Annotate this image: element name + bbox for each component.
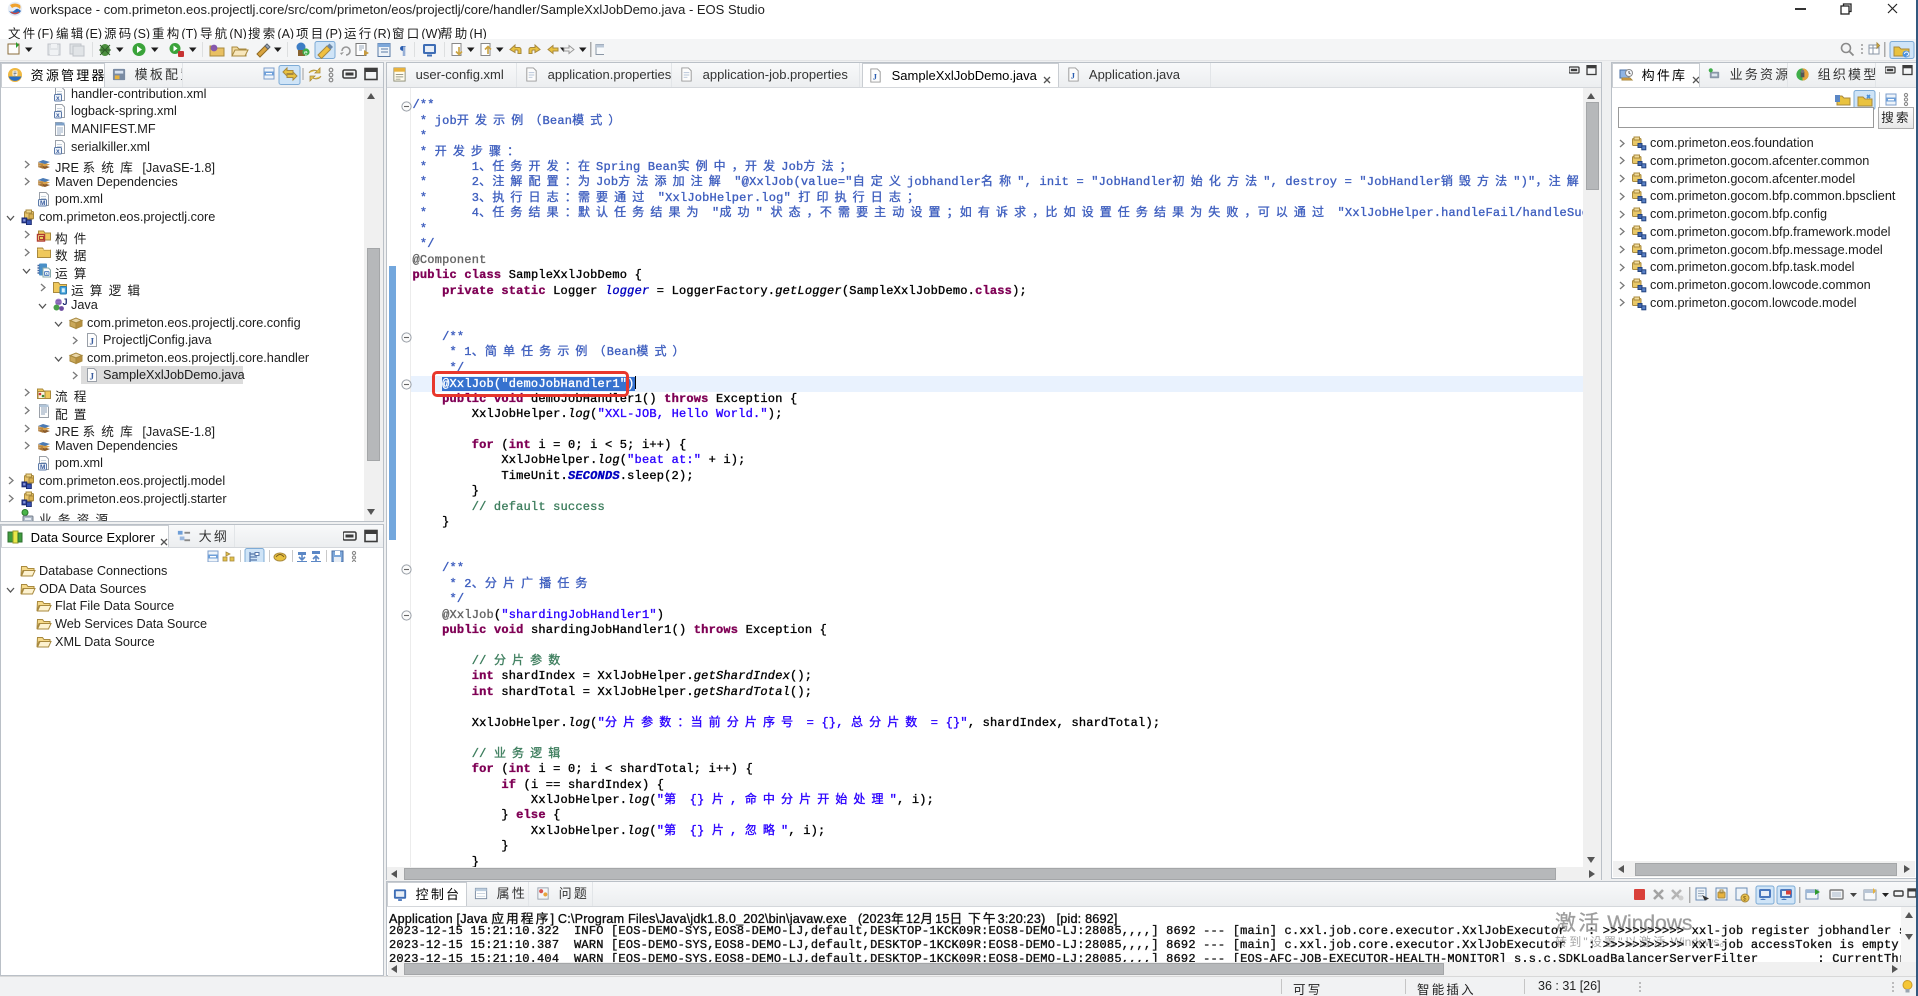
svg-text:J: J (90, 372, 95, 382)
svg-text:M: M (40, 200, 45, 207)
svg-text:J: J (1071, 70, 1075, 80)
svg-text:¶: ¶ (400, 43, 406, 58)
svg-text:x: x (56, 112, 60, 119)
svg-text:J: J (90, 337, 95, 347)
svg-text:M: M (40, 464, 45, 471)
svg-text:J: J (63, 297, 68, 307)
svg-text:J: J (873, 71, 877, 81)
svg-text:e: e (304, 50, 308, 57)
svg-text:x: x (56, 95, 60, 102)
svg-text:x: x (56, 147, 60, 154)
